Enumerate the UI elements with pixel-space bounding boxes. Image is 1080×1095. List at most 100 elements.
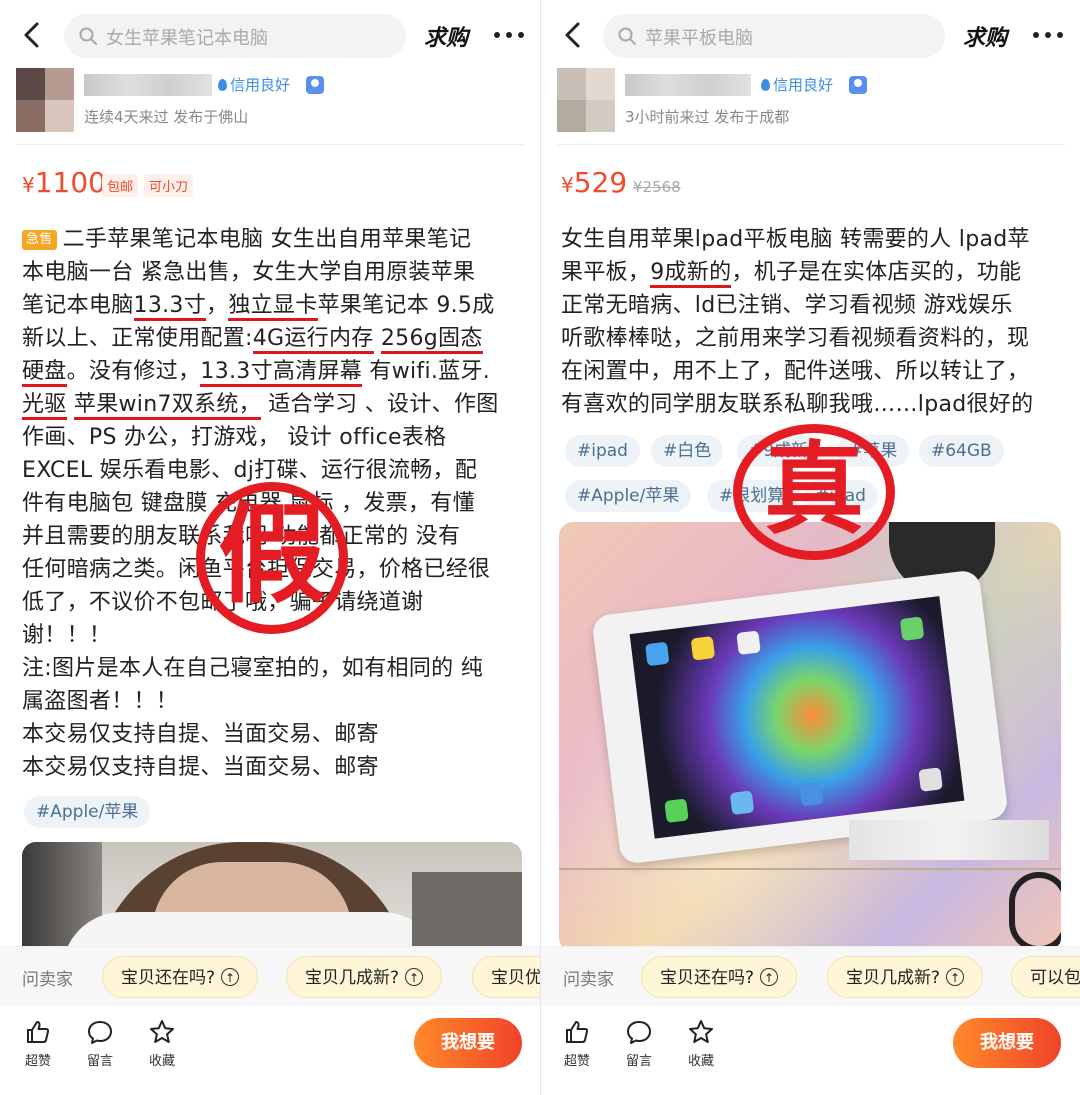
back-arrow-icon[interactable] — [559, 20, 589, 50]
desc-line: 笔记本电脑13.3寸，独立显卡苹果笔记本 9.5成 — [22, 289, 499, 322]
star-icon — [150, 1020, 174, 1043]
product-photo[interactable] — [22, 842, 522, 952]
like-label: 超赞 — [24, 1054, 51, 1069]
ask-seller-label: 问卖家 — [22, 970, 73, 990]
desc-line: 本电脑一台 紧急出售，女生大学自用原装苹果 — [22, 260, 476, 285]
divider — [557, 144, 1065, 145]
seller-activity: 连续4天来过 发布于佛山 — [84, 108, 249, 126]
like-button[interactable]: 超赞 — [555, 1018, 599, 1069]
desc-line: 注:图片是本人在自己寝室拍的，如有相同的 纯 — [22, 656, 484, 681]
comment-button[interactable]: 留言 — [617, 1018, 661, 1069]
credit-label: 信用良好 — [230, 76, 291, 94]
quick-question-chip[interactable]: 宝贝优 — [472, 956, 540, 998]
arrow-up-icon — [405, 957, 424, 999]
i-want-button[interactable]: 我想要 — [953, 1018, 1061, 1068]
urgent-badge: 急售 — [22, 230, 57, 250]
hashtag[interactable]: #白色 — [651, 435, 724, 467]
id-badge-icon — [306, 76, 324, 94]
price-value: 1100 — [34, 166, 106, 199]
credit-drop-icon — [761, 79, 770, 91]
avatar[interactable] — [16, 68, 74, 132]
id-badge-icon — [849, 76, 867, 94]
credit-drop-icon — [218, 79, 227, 91]
want-to-buy-button[interactable]: 求购 — [963, 20, 1007, 52]
top-bar: 女生苹果笔记本电脑 求购 — [0, 0, 540, 70]
price: ¥1100 — [22, 166, 106, 199]
negotiable-tag: 可小刀 — [144, 174, 194, 197]
quick-question-chip[interactable]: 宝贝还在吗? — [641, 956, 798, 999]
back-arrow-icon[interactable] — [18, 20, 48, 50]
bottom-action-bar: 超赞 留言 收藏 我想要 — [0, 1006, 540, 1095]
credit-label: 信用良好 — [773, 76, 834, 94]
free-shipping-tag: 包邮 — [102, 174, 139, 197]
quick-question-chip[interactable]: 宝贝还在吗? — [102, 956, 259, 999]
favorite-button[interactable]: 收藏 — [140, 1018, 184, 1069]
quick-question-chip[interactable]: 宝贝几成新? — [827, 956, 984, 999]
price: ¥529 — [561, 166, 627, 199]
search-placeholder: 苹果平板电脑 — [645, 28, 753, 49]
desc-line: 硬盘。没有修过，13.3寸高清屏幕 有wifi.蓝牙. — [22, 355, 499, 388]
i-want-button[interactable]: 我想要 — [414, 1018, 522, 1068]
like-label: 超赞 — [563, 1054, 590, 1069]
seller-name-blurred — [84, 74, 212, 96]
arrow-up-icon — [221, 957, 240, 999]
desc-line: 果平板，9成新的，机子是在实体店买的，功能 — [561, 256, 1033, 289]
comment-label: 留言 — [625, 1054, 652, 1069]
quick-question-chip[interactable]: 可以包 — [1011, 956, 1080, 998]
comment-icon — [88, 1021, 112, 1044]
like-button[interactable]: 超赞 — [16, 1018, 60, 1069]
favorite-button[interactable]: 收藏 — [679, 1018, 723, 1069]
favorite-label: 收藏 — [687, 1054, 714, 1069]
star-icon — [689, 1020, 713, 1043]
bottom-action-bar: 超赞 留言 收藏 我想要 — [541, 1006, 1080, 1095]
desc-line: 在闲置中，用不上了，配件送哦、所以转让了， — [561, 359, 1030, 384]
ask-seller-bar: 问卖家 宝贝还在吗? 宝贝几成新? 宝贝优 — [0, 946, 540, 1006]
desc-line: 有喜欢的同学朋友联系私聊我哦……lpad很好的 — [561, 392, 1034, 417]
desc-line: 正常无暗病、ld已注销、学习看视频 游戏娱乐 — [561, 293, 1013, 318]
quick-question-chip[interactable]: 宝贝几成新? — [286, 956, 443, 999]
listing-panel-real: 苹果平板电脑 求购 信用良好 3小时前来过 发布于成都 ¥529 ¥2568 女… — [540, 0, 1080, 1095]
desc-line: 作画、PS 办公，打游戏， 设计 office表格 — [22, 425, 447, 450]
seller-info[interactable]: 信用良好 3小时前来过 发布于成都 — [541, 64, 1080, 148]
desc-line: 新以上、正常使用配置:4G运行内存 256g固态 — [22, 322, 499, 355]
listing-panel-fake: 女生苹果笔记本电脑 求购 信用良好 连续4天来过 发布于佛山 ¥1100 包邮 … — [0, 0, 540, 1095]
search-input[interactable]: 女生苹果笔记本电脑 — [64, 14, 406, 58]
top-bar: 苹果平板电脑 求购 — [541, 0, 1080, 70]
seller-activity: 3小时前来过 发布于成都 — [625, 108, 790, 126]
ask-seller-bar: 问卖家 宝贝还在吗? 宝贝几成新? 可以包 — [541, 946, 1080, 1006]
comment-button[interactable]: 留言 — [78, 1018, 122, 1069]
original-price: ¥2568 — [633, 178, 681, 196]
price-currency: ¥ — [561, 173, 574, 197]
credit-badge: 信用良好 — [218, 74, 290, 95]
hashtag[interactable]: #ipad — [565, 435, 640, 467]
desc-line: 本交易仅支持自提、当面交易、邮寄 — [22, 755, 379, 780]
credit-badge: 信用良好 — [761, 74, 833, 95]
product-photo[interactable] — [559, 522, 1061, 952]
hashtag[interactable]: #Apple/苹果 — [565, 480, 692, 512]
arrow-up-icon — [946, 957, 965, 999]
seller-info[interactable]: 信用良好 连续4天来过 发布于佛山 — [0, 64, 540, 148]
search-placeholder: 女生苹果笔记本电脑 — [106, 28, 268, 49]
hashtag[interactable]: #64GB — [919, 435, 1004, 467]
desc-line: 听歌棒棒哒，之前用来学习看视频看资料的，现 — [561, 326, 1030, 351]
desc-line: 女生自用苹果lpad平板电脑 转需要的人 lpad苹 — [561, 227, 1030, 252]
desc-line: 光驱 苹果win7双系统， 适合学习 、设计、作图 — [22, 388, 499, 421]
want-to-buy-button[interactable]: 求购 — [424, 20, 468, 52]
desc-line: 属盗图者！！！ — [22, 689, 179, 714]
divider — [16, 144, 524, 145]
avatar[interactable] — [557, 68, 615, 132]
description: 女生自用苹果lpad平板电脑 转需要的人 lpad苹 果平板，9成新的，机子是在… — [561, 223, 1033, 421]
more-icon[interactable] — [494, 32, 524, 40]
real-stamp: 真 — [733, 424, 895, 560]
price-value: 529 — [573, 166, 628, 199]
more-icon[interactable] — [1033, 32, 1063, 40]
desc-line: 急售 二手苹果笔记本电脑 女生出自用苹果笔记 — [22, 223, 499, 256]
ask-seller-label: 问卖家 — [563, 970, 614, 990]
comment-icon — [627, 1021, 651, 1044]
hashtag[interactable]: #Apple/苹果 — [24, 796, 151, 828]
desc-line: 本交易仅支持自提、当面交易、邮寄 — [22, 722, 379, 747]
search-input[interactable]: 苹果平板电脑 — [603, 14, 945, 58]
seller-name-blurred — [625, 74, 751, 96]
thumb-up-icon — [566, 1021, 589, 1043]
thumb-up-icon — [27, 1021, 50, 1043]
